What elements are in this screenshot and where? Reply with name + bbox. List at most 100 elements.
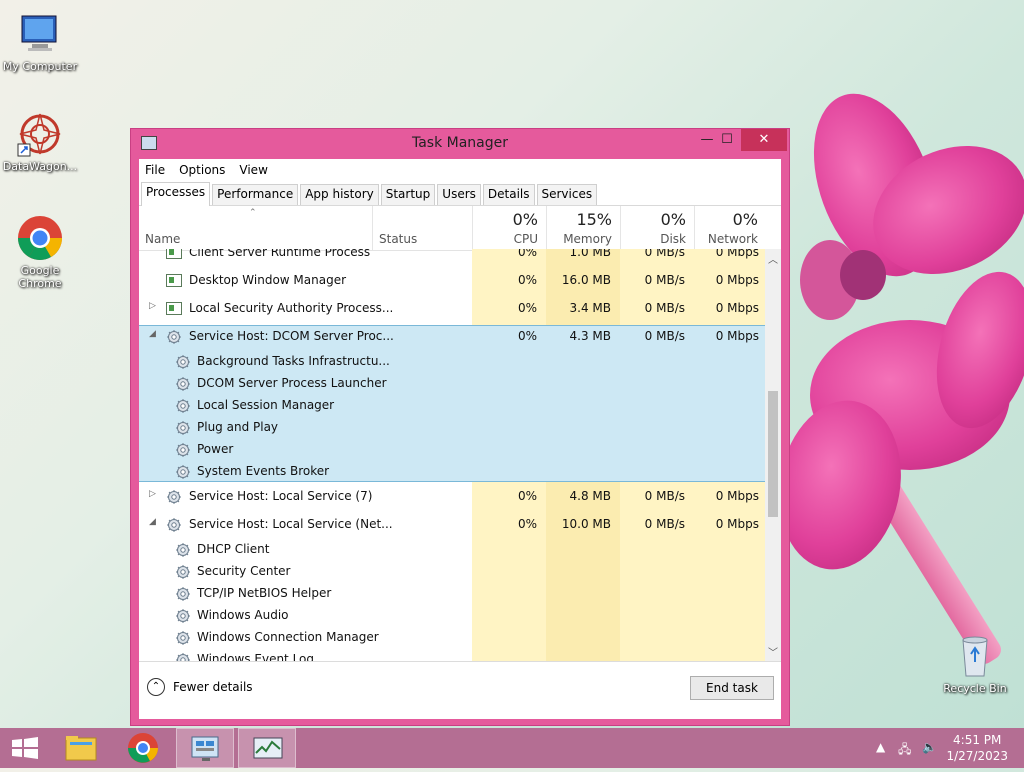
vertical-scrollbar[interactable]: ︿ ﹀ — [765, 249, 781, 661]
desktop-icon-google-chrome[interactable]: Google Chrome — [0, 214, 80, 290]
service-host-gear-icon — [166, 489, 182, 505]
column-cpu[interactable]: 0% CPU — [472, 206, 546, 250]
task-manager-window: Task Manager — ☐ ✕ File Options View Pro… — [130, 128, 790, 726]
row-disk: 0 MB/s — [644, 301, 685, 315]
footer: ⌃ Fewer details End task — [139, 661, 781, 720]
row-cpu: 0% — [517, 329, 537, 343]
tab-details[interactable]: Details — [482, 184, 535, 205]
row-cpu: 0% — [517, 517, 537, 531]
row-name: Local Security Authority Process... — [189, 301, 394, 315]
scrollbar-thumb[interactable] — [768, 391, 778, 517]
tab-startup[interactable]: Startup — [380, 184, 436, 205]
memory-label: Memory — [563, 232, 612, 246]
row-name: Windows Connection Manager — [197, 630, 379, 644]
desktop-icon-label: DataWagon... — [2, 160, 78, 173]
column-disk[interactable]: 0% Disk — [620, 206, 694, 250]
column-status[interactable]: Status — [372, 206, 472, 250]
taskbar: ▲ 🖧 🔈 4:51 PM 1/27/2023 — [0, 728, 1024, 768]
control-panel-icon — [191, 736, 219, 761]
chevron-up-circle-icon: ⌃ — [147, 678, 165, 696]
service-gear-icon — [175, 442, 191, 458]
row-memory: 4.8 MB — [569, 489, 611, 503]
network-icon[interactable]: 🖧 — [898, 740, 911, 761]
row-name: DCOM Server Process Launcher — [197, 376, 387, 390]
row-network: 0 Mbps — [715, 517, 759, 531]
task-manager-icon — [253, 737, 283, 759]
taskbar-control-panel[interactable] — [176, 728, 234, 768]
row-network: 0 Mbps — [715, 489, 759, 503]
row-network: 0 Mbps — [715, 273, 759, 287]
row-memory: 10.0 MB — [561, 517, 611, 531]
sort-arrow-icon: ⌃ — [249, 208, 257, 218]
column-network[interactable]: 0% Network — [694, 206, 766, 250]
menu-options[interactable]: Options — [179, 163, 225, 177]
row-cpu: 0% — [517, 273, 537, 287]
cpu-label: CPU — [513, 232, 538, 246]
process-icon — [166, 274, 182, 287]
maximize-button[interactable]: ☐ — [711, 129, 743, 151]
menu-view[interactable]: View — [239, 163, 267, 177]
chrome-icon — [16, 214, 64, 262]
process-icon — [166, 249, 182, 259]
taskbar-start-button[interactable] — [0, 728, 58, 768]
expand-toggle-icon[interactable]: ▷ — [149, 301, 156, 311]
column-name[interactable]: Name — [145, 232, 180, 246]
service-gear-icon — [175, 420, 191, 436]
row-cpu: 0% — [517, 249, 537, 259]
column-memory[interactable]: 15% Memory — [546, 206, 620, 250]
expand-toggle-icon[interactable]: ▷ — [149, 489, 156, 499]
row-network: 0 Mbps — [715, 329, 759, 343]
clock[interactable]: 4:51 PM 1/27/2023 — [946, 732, 1008, 764]
menu-file[interactable]: File — [145, 163, 165, 177]
row-name: Windows Event Log — [197, 652, 315, 661]
row-name: System Events Broker — [197, 464, 330, 478]
tab-users[interactable]: Users — [437, 184, 481, 205]
disk-total: 0% — [660, 210, 686, 229]
service-gear-icon — [175, 354, 191, 370]
desktop-icon-datawagon[interactable]: DataWagon... — [0, 110, 80, 173]
tab-performance[interactable]: Performance — [212, 184, 299, 205]
recycle-bin-icon — [951, 632, 999, 680]
fewer-details-button[interactable]: ⌃ Fewer details — [147, 678, 253, 696]
close-button[interactable]: ✕ — [741, 129, 787, 151]
row-network: 0 Mbps — [715, 301, 759, 315]
service-gear-icon — [175, 376, 191, 392]
taskbar-file-explorer[interactable] — [52, 728, 110, 768]
taskbar-task-manager[interactable] — [238, 728, 296, 768]
taskbar-chrome[interactable] — [114, 728, 172, 768]
row-disk: 0 MB/s — [644, 517, 685, 531]
network-total: 0% — [732, 210, 758, 229]
row-name: Service Host: DCOM Server Proc... — [189, 329, 394, 343]
row-memory: 3.4 MB — [569, 301, 611, 315]
tab-strip: Processes Performance App history Startu… — [139, 181, 781, 206]
tab-services[interactable]: Services — [536, 184, 598, 205]
window-client: File Options View Processes Performance … — [139, 159, 781, 719]
row-name: Client Server Runtime Process — [189, 249, 371, 259]
column-status-label: Status — [379, 232, 418, 246]
end-task-button[interactable]: End task — [690, 676, 774, 700]
volume-icon[interactable]: 🔈 — [922, 740, 937, 754]
service-host-gear-icon — [166, 517, 182, 533]
expand-toggle-icon[interactable]: ◢ — [149, 329, 156, 339]
row-network: 0 Mbps — [715, 249, 759, 259]
scroll-down-arrow-icon[interactable]: ﹀ — [768, 644, 778, 659]
show-hidden-icons-icon[interactable]: ▲ — [876, 740, 885, 754]
row-name: Security Center — [197, 564, 291, 578]
scroll-up-arrow-icon[interactable]: ︿ — [768, 251, 778, 266]
tab-app-history[interactable]: App history — [300, 184, 379, 205]
expand-toggle-icon[interactable]: ◢ — [149, 517, 156, 527]
process-list: Client Server Runtime Process 0% 1.0 MB 0 M… — [139, 249, 765, 661]
row-memory: 16.0 MB — [561, 273, 611, 287]
title-bar[interactable]: Task Manager — ☐ ✕ — [131, 129, 789, 159]
desktop-icon-recycle-bin[interactable]: Recycle Bin — [935, 632, 1015, 695]
desktop-icon-my-computer[interactable]: My Computer — [0, 10, 80, 73]
service-gear-icon — [175, 630, 191, 646]
folder-icon — [65, 736, 97, 761]
tab-processes[interactable]: Processes — [141, 182, 211, 206]
cpu-total: 0% — [512, 210, 538, 229]
service-gear-icon — [175, 586, 191, 602]
datawagon-icon — [16, 110, 64, 158]
service-host-gear-icon — [166, 329, 182, 345]
row-memory: 4.3 MB — [569, 329, 611, 343]
desktop-icon-label: Google Chrome — [18, 264, 62, 290]
